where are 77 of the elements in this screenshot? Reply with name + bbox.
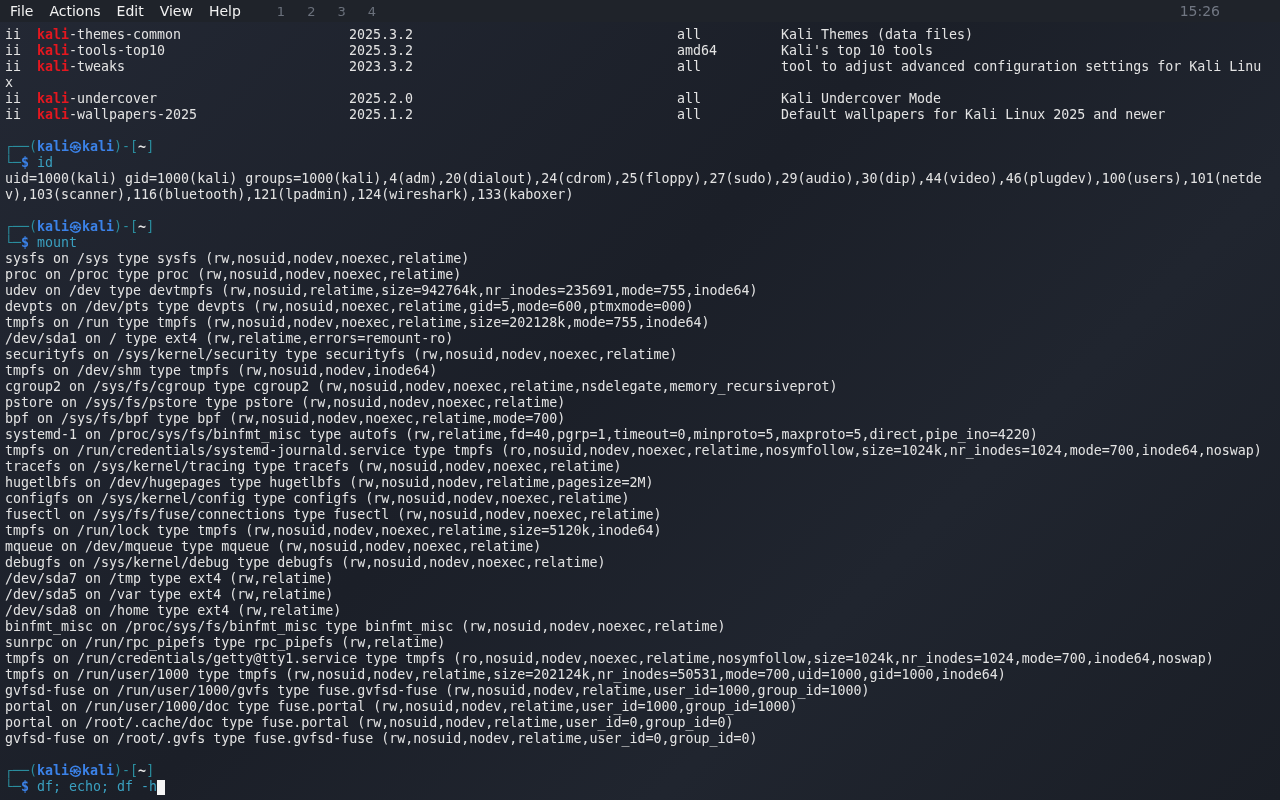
output-line: cgroup2 on /sys/fs/cgroup type cgroup2 (rw,nosuid,nodev,noexec,relatime,nsdelegate,memory_recursiveprot) [5,379,838,395]
output-line: sysfs on /sys type sysfs (rw,nosuid,nodev,noexec,relatime) [5,251,470,267]
output-line: hugetlbfs on /dev/hugepages type hugetlbfs (rw,nosuid,nodev,relatime,pagesize=2M) [5,475,654,491]
output-line: proc on /proc type proc (rw,nosuid,nodev,noexec,relatime) [5,267,462,283]
output-line: tmpfs on /run/lock type tmpfs (rw,nosuid,nodev,noexec,relatime,size=5120k,inode64) [5,523,662,539]
output-line: tracefs on /sys/kernel/tracing type tracefs (rw,nosuid,nodev,noexec,relatime) [5,459,622,475]
output-line: tmpfs on /dev/shm type tmpfs (rw,nosuid,nodev,inode64) [5,363,438,379]
command-text: id [37,155,54,171]
prompt-corner: └─ [5,235,21,251]
prompt-symbol: $ [21,155,30,171]
package-version: 2023.3.2 [349,59,415,75]
output-line: sunrpc on /run/rpc_pipefs type rpc_pipefs (rw,relatime) [5,635,446,651]
package-status: ii [5,107,22,123]
package-status: ii [5,59,22,75]
output-line: tmpfs on /run/credentials/systemd-journald.service type tmpfs (ro,nosuid,nodev,noexec,relatime,nosymfollow,size=1024k,nr_inodes=1024,mode=700,inode64,noswap) [5,443,1262,459]
package-architecture: amd64 [677,43,719,59]
package-version: 2025.3.2 [349,27,415,43]
output-line: tmpfs on /run/user/1000 type tmpfs (rw,nosuid,nodev,relatime,size=202124k,nr_inodes=50531,mode=700,uid=1000,gid=1000,inode64) [5,667,1006,683]
package-status: ii [5,91,22,107]
package-version: 2025.2.0 [349,91,415,107]
package-name: kali-wallpapers-2025 [37,107,199,123]
output-line: tmpfs on /run type tmpfs (rw,nosuid,nodev,noexec,relatime,size=202128k,mode=755,inode64) [5,315,710,331]
package-name: kali-themes-common [37,27,183,43]
menu-item[interactable]: Edit [116,3,144,19]
prompt-corner: └─ [5,155,21,171]
package-architecture: all [677,91,703,107]
prompt-line: ┌──(kali㉿kali)-[~] [5,139,155,155]
prompt-line: ┌──(kali㉿kali)-[~] [5,219,155,235]
output-line: portal on /root/.cache/doc type fuse.portal (rw,nosuid,nodev,relatime,user_id=0,group_id=0) [5,715,734,731]
package-description: Kali Themes (data files) [781,27,974,43]
package-status: ii [5,43,22,59]
menu-item[interactable]: Help [208,3,241,19]
prompt-corner: └─ [5,779,21,795]
package-status: ii [5,27,22,43]
output-line: pstore on /sys/fs/pstore type pstore (rw,nosuid,nodev,noexec,relatime) [5,395,566,411]
output-line: binfmt_misc on /proc/sys/fs/binfmt_misc type binfmt_misc (rw,nosuid,nodev,noexec,relatime) [5,619,726,635]
output-line: /dev/sda7 on /tmp type ext4 (rw,relatime) [5,571,334,587]
output-line: /dev/sda5 on /var type ext4 (rw,relatime) [5,587,334,603]
package-description: Default wallpapers for Kali Linux 2025 and newer [781,107,1166,123]
prompt-symbol: $ [21,235,30,251]
output-line: gvfsd-fuse on /run/user/1000/gvfs type fuse.gvfsd-fuse (rw,nosuid,nodev,relatime,user_id=1000,group_id=1000) [5,683,870,699]
package-architecture: all [677,27,703,43]
package-architecture: all [677,107,703,123]
output-line: gvfsd-fuse on /root/.gvfs type fuse.gvfsd-fuse (rw,nosuid,nodev,relatime,user_id=0,group_id=0) [5,731,758,747]
wrapped-text: x [5,75,13,91]
output-line: v),103(scanner),116(bluetooth),121(lpadmin),124(wireshark),133(kaboxer) [5,187,574,203]
package-name: kali-tools-top10 [37,43,167,59]
output-line: portal on /run/user/1000/doc type fuse.portal (rw,nosuid,nodev,relatime,user_id=1000,group_id=1000) [5,699,798,715]
output-line: systemd-1 on /proc/sys/fs/binfmt_misc type autofs (rw,relatime,fd=40,pgrp=1,timeout=0,minproto=5,maxproto=5,direct,pipe_ino=4220) [5,427,1038,443]
output-line: securityfs on /sys/kernel/security type securityfs (rw,nosuid,nodev,noexec,relatime) [5,347,678,363]
package-name: kali-undercover [37,91,159,107]
prompt-line: ┌──(kali㉿kali)-[~] [5,763,155,779]
output-line: tmpfs on /run/credentials/getty@tty1.service type tmpfs (ro,nosuid,nodev,noexec,relatime,nosymfollow,size=1024k,nr_inodes=1024,mode=700,inode64,noswap) [5,651,1214,667]
package-description: Kali Undercover Mode [781,91,942,107]
menu-item[interactable]: File [10,3,34,19]
output-line: fusectl on /sys/fs/fuse/connections type fusectl (rw,nosuid,nodev,noexec,relatime) [5,507,662,523]
output-line: /dev/sda1 on / type ext4 (rw,relatime,errors=remount-ro) [5,331,454,347]
menu-item[interactable]: View [159,3,193,19]
menu-item[interactable]: Actions [49,3,101,19]
package-description: Kali's top 10 tools [781,43,934,59]
command-text: df; echo; df -h [37,779,166,795]
output-line: /dev/sda8 on /home type ext4 (rw,relatime) [5,603,342,619]
output-line: configfs on /sys/kernel/config type configfs (rw,nosuid,nodev,noexec,relatime) [5,491,630,507]
prompt-symbol: $ [21,779,30,795]
package-description: tool to adjust advanced configuration settings for Kali Linu [781,59,1262,75]
output-line: udev on /dev type devtmpfs (rw,nosuid,relatime,size=942764k,nr_inodes=235691,mode=755,inode64) [5,283,758,299]
output-line: bpf on /sys/fs/bpf type bpf (rw,nosuid,nodev,noexec,relatime,mode=700) [5,411,566,427]
output-line: uid=1000(kali) gid=1000(kali) groups=1000(kali),4(adm),20(dialout),24(cdrom),25(floppy),27(sudo),29(audio),30(dip),44(video),46(plugdev),100(users),101(netde [5,171,1262,187]
output-line: mqueue on /dev/mqueue type mqueue (rw,nosuid,nodev,noexec,relatime) [5,539,542,555]
panel-clock: 15:26 [1179,3,1220,19]
output-line: debugfs on /sys/kernel/debug type debugfs (rw,nosuid,nodev,noexec,relatime) [5,555,606,571]
package-architecture: all [677,59,703,75]
package-version: 2025.3.2 [349,43,415,59]
command-text: mount [37,235,78,251]
package-version: 2025.1.2 [349,107,415,123]
package-name: kali-tweaks [37,59,127,75]
output-line: devpts on /dev/pts type devpts (rw,nosuid,noexec,relatime,gid=5,mode=600,ptmxmode=000) [5,299,694,315]
